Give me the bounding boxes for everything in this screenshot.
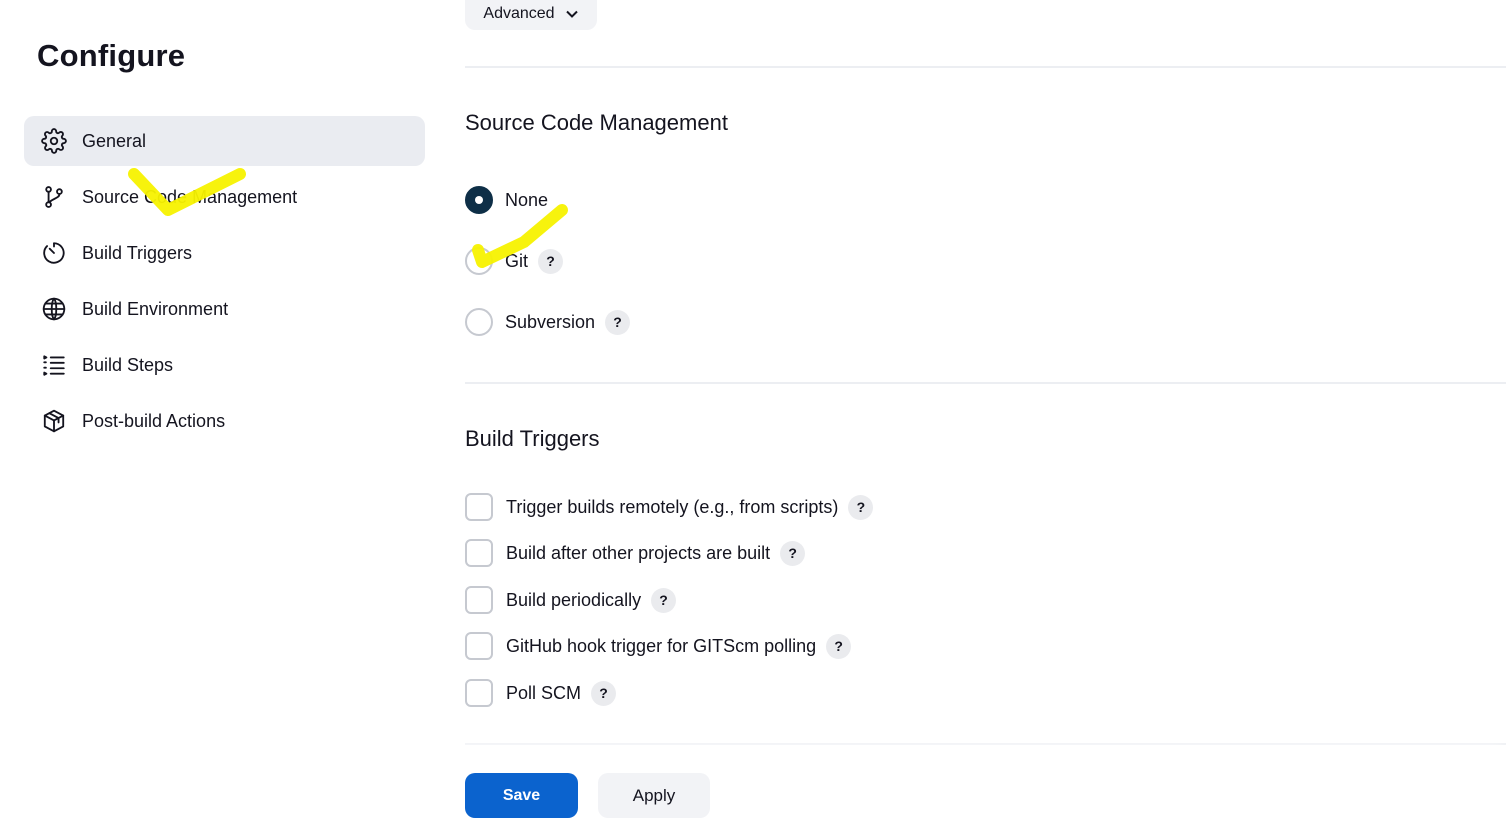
trigger-option-github-hook[interactable]: GitHub hook trigger for GITScm polling ? (465, 631, 852, 661)
advanced-label: Advanced (483, 5, 555, 22)
sidebar-item-label: General (82, 130, 147, 151)
globe-icon (40, 295, 68, 323)
radio-git[interactable] (465, 247, 493, 275)
trigger-option-after-other-projects[interactable]: Build after other projects are built ? (465, 538, 806, 568)
gear-icon (40, 127, 68, 155)
checkbox-label: Poll SCM (506, 682, 582, 703)
scm-section-title: Source Code Management (465, 110, 728, 135)
checkbox-label: Trigger builds remotely (e.g., from scri… (506, 496, 839, 517)
sidebar-item-label: Build Environment (82, 298, 229, 319)
git-branch-icon (40, 183, 68, 211)
section-divider (465, 66, 1506, 68)
checkbox-build-periodically[interactable] (465, 586, 493, 614)
checkbox-build-after-other[interactable] (465, 539, 493, 567)
help-icon[interactable]: ? (848, 494, 874, 520)
section-divider (465, 743, 1506, 745)
checkbox-label: GitHub hook trigger for GITScm polling (506, 635, 817, 656)
list-steps-icon (40, 351, 68, 379)
radio-none[interactable] (465, 186, 493, 214)
sidebar-item-general[interactable]: General (24, 116, 425, 166)
help-icon[interactable]: ? (591, 680, 617, 706)
sidebar-item-build-environment[interactable]: Build Environment (24, 284, 425, 334)
scm-option-git[interactable]: Git ? (465, 246, 564, 276)
scm-option-none[interactable]: None (465, 185, 548, 215)
build-triggers-section-title: Build Triggers (465, 426, 600, 451)
radio-label: None (505, 189, 549, 210)
sidebar-item-label: Post-build Actions (82, 410, 226, 431)
checkbox-label: Build after other projects are built (506, 542, 771, 563)
advanced-button[interactable]: Advanced (465, 0, 597, 30)
scm-option-subversion[interactable]: Subversion ? (465, 307, 631, 337)
section-divider (465, 382, 1506, 384)
sidebar-item-build-triggers[interactable]: Build Triggers (24, 228, 425, 278)
save-button[interactable]: Save (465, 773, 578, 818)
help-icon[interactable]: ? (651, 587, 677, 613)
sidebar-item-label: Build Triggers (82, 242, 193, 263)
radio-label: Git (505, 250, 529, 271)
sidebar-item-label: Source Code Management (82, 186, 298, 207)
sidebar-item-label: Build Steps (82, 354, 174, 375)
checkbox-label: Build periodically (506, 589, 642, 610)
help-icon[interactable]: ? (605, 309, 631, 335)
trigger-option-remote[interactable]: Trigger builds remotely (e.g., from scri… (465, 492, 874, 522)
radio-subversion[interactable] (465, 308, 493, 336)
package-icon (40, 407, 68, 435)
checkbox-poll-scm[interactable] (465, 679, 493, 707)
trigger-option-poll-scm[interactable]: Poll SCM ? (465, 678, 617, 708)
chevron-down-icon (565, 7, 579, 21)
help-icon[interactable]: ? (538, 248, 564, 274)
page-title: Configure (37, 38, 186, 73)
timer-icon (40, 239, 68, 267)
sidebar-nav: General Source Code Management Build Tri… (24, 116, 425, 452)
radio-label: Subversion (505, 311, 596, 332)
checkbox-github-hook[interactable] (465, 632, 493, 660)
sidebar-item-build-steps[interactable]: Build Steps (24, 340, 425, 390)
apply-button[interactable]: Apply (598, 773, 710, 818)
checkbox-trigger-remote[interactable] (465, 493, 493, 521)
help-icon[interactable]: ? (826, 633, 852, 659)
help-icon[interactable]: ? (780, 540, 806, 566)
configure-page: Configure General Source Code Management… (0, 0, 1506, 825)
bottom-action-bar (430, 755, 1506, 825)
trigger-option-periodically[interactable]: Build periodically ? (465, 585, 677, 615)
sidebar-item-source-code-management[interactable]: Source Code Management (24, 172, 425, 222)
sidebar-item-post-build-actions[interactable]: Post-build Actions (24, 396, 425, 446)
